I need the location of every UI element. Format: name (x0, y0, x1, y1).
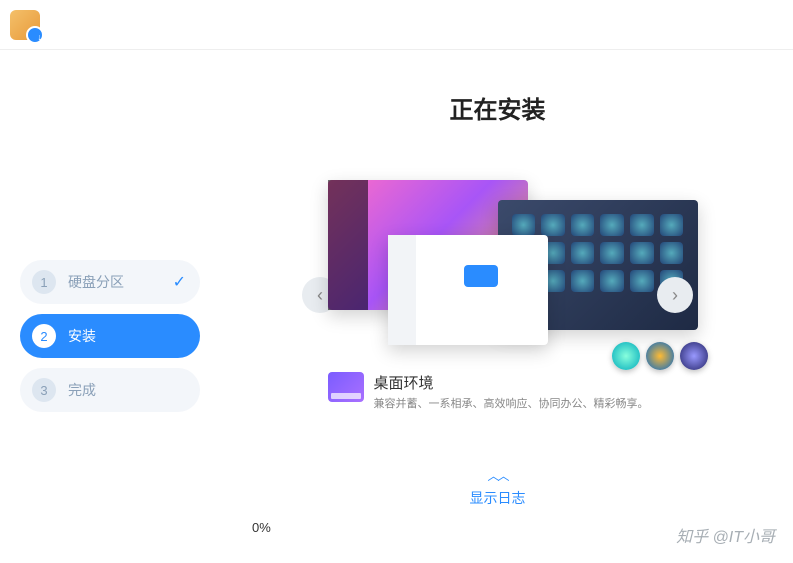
expand-chevrons-icon: ︿︿ (487, 467, 507, 484)
theme-icons (612, 342, 708, 370)
caption-description: 兼容并蓄、一系相承、高效响应、协同办公、精彩畅享。 (374, 395, 649, 411)
step-label: 硬盘分区 (68, 272, 124, 292)
slide-images (328, 180, 668, 360)
top-bar: ↓ (0, 0, 793, 50)
show-log-button[interactable]: 显示日志 (470, 488, 526, 508)
installer-app-icon: ↓ (10, 10, 40, 40)
theme-icon-2 (646, 342, 674, 370)
step-label: 完成 (68, 380, 96, 400)
chevron-right-icon: › (672, 285, 678, 306)
progress-text: 0% (232, 520, 763, 535)
theme-icon-3 (680, 342, 708, 370)
settings-window-screenshot (388, 235, 548, 345)
step-install[interactable]: 2 安装 (20, 314, 200, 358)
page-title: 正在安装 (450, 90, 546, 125)
content-panel: 正在安装 ‹ (212, 60, 783, 553)
step-number: 1 (32, 270, 56, 294)
bottom-area: ︿︿ 显示日志 0% (232, 467, 763, 543)
caption-title: 桌面环境 (374, 372, 649, 393)
carousel-slide: 桌面环境 兼容并蓄、一系相承、高效响应、协同办公、精彩畅享。 (328, 180, 668, 411)
main-container: 1 硬盘分区 ✓ 2 安装 3 完成 正在安装 ‹ (0, 50, 793, 563)
desktop-environment-icon (328, 372, 364, 402)
theme-icon-1 (612, 342, 640, 370)
slide-caption: 桌面环境 兼容并蓄、一系相承、高效响应、协同办公、精彩畅享。 (328, 372, 668, 411)
check-icon: ✓ (173, 272, 186, 292)
steps-sidebar: 1 硬盘分区 ✓ 2 安装 3 完成 (10, 60, 210, 553)
step-number: 3 (32, 378, 56, 402)
feature-carousel: ‹ (232, 165, 763, 425)
step-label: 安装 (68, 326, 96, 346)
carousel-next-button[interactable]: › (657, 277, 693, 313)
chevron-left-icon: ‹ (317, 285, 323, 306)
download-badge-icon: ↓ (38, 33, 43, 42)
step-disk-partition[interactable]: 1 硬盘分区 ✓ (20, 260, 200, 304)
step-finish[interactable]: 3 完成 (20, 368, 200, 412)
step-number: 2 (32, 324, 56, 348)
